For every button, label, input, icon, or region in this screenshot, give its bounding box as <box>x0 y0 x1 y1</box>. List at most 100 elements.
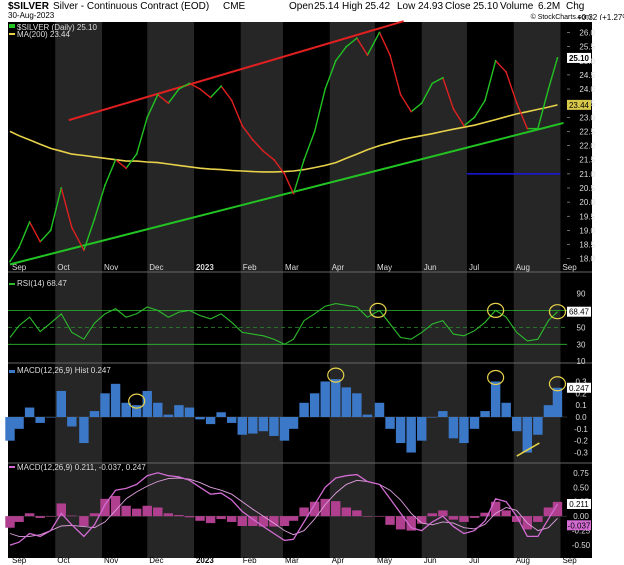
legend-hist: MACD(12,26,9) Hist 0.247 <box>17 366 111 375</box>
hist-bar <box>35 417 45 423</box>
price-point <box>146 116 149 119</box>
macd-diff-bar <box>374 516 385 517</box>
macd-diff-bar <box>459 516 469 522</box>
macd-diff-bar <box>121 505 131 517</box>
legend-swatch-macd <box>9 466 15 468</box>
hist-tick-label: -0.3 <box>574 449 588 458</box>
hist-bar <box>501 402 511 417</box>
y-tick-label: 21.0 <box>579 170 595 179</box>
price-point <box>473 116 476 119</box>
macd-diff-bar <box>279 516 290 526</box>
hist-bar <box>110 383 121 417</box>
price-point <box>556 57 559 59</box>
signal-last-value: -0.037 <box>568 521 591 530</box>
macd-diff-bar <box>469 516 480 518</box>
rsi-tick-label: 50 <box>577 323 586 332</box>
x-tick-label: May <box>377 263 392 272</box>
macd-tick-label: -0.50 <box>572 541 591 550</box>
hist-bar <box>552 387 563 417</box>
macd-diff-bar <box>533 516 543 522</box>
x-tick-label: Dec <box>149 263 163 272</box>
price-point <box>303 158 305 161</box>
macd-diff-bar <box>226 516 237 522</box>
price-point <box>345 45 348 48</box>
bottom-x-tick-label: Nov <box>104 556 118 565</box>
y-tick-label: 24.5 <box>579 71 595 80</box>
macd-diff-bar <box>174 515 184 517</box>
price-point <box>292 192 295 195</box>
price-point <box>431 82 434 85</box>
x-tick-label: Nov <box>104 263 118 272</box>
price-point <box>230 99 233 102</box>
stockchart: © StockCharts.com 26.025.525.024.524.023… <box>0 13 624 565</box>
bottom-x-tick-label: 2023 <box>196 556 214 565</box>
y-tick-label: 19.0 <box>579 226 595 235</box>
price-point <box>283 172 286 175</box>
price-point <box>114 158 117 161</box>
price-point <box>494 59 497 62</box>
y-tick-label: 21.5 <box>579 156 595 165</box>
macd-diff-bar <box>331 501 341 517</box>
price-point <box>251 139 254 141</box>
hist-bar <box>490 381 501 417</box>
price-point <box>135 153 138 155</box>
hist-bar <box>216 412 226 417</box>
hist-bar <box>79 417 89 444</box>
x-tick-label: Feb <box>243 263 257 272</box>
price-point <box>209 96 212 99</box>
hist-bar <box>226 417 237 423</box>
month-band <box>421 22 467 558</box>
price-point <box>410 110 413 113</box>
price-point <box>156 93 159 96</box>
macd-tick-label: 0.00 <box>573 512 589 521</box>
bottom-x-tick-label: Feb <box>243 556 257 565</box>
price-point <box>9 260 11 263</box>
macd-diff-bar <box>385 516 395 525</box>
hist-bar <box>46 417 56 418</box>
ma-last-value: 23.44 <box>569 101 590 110</box>
macd-diff-bar <box>288 516 299 521</box>
x-tick-label: Apr <box>332 263 345 272</box>
y-tick-label: 20.0 <box>579 198 595 207</box>
hist-tick-label: 0.0 <box>575 413 587 422</box>
y-tick-label: 24.0 <box>579 85 595 94</box>
hist-bar <box>533 417 543 435</box>
macd-tick-label: 0.50 <box>573 483 589 492</box>
price-point <box>505 71 508 73</box>
macd-tick-label: 0.75 <box>573 469 589 478</box>
hist-bar <box>352 393 362 417</box>
macd-diff-bar <box>299 507 309 517</box>
y-tick-label: 22.5 <box>579 127 595 136</box>
legend-macd: MACD(12,26,9) 0.211, -0.037, 0.247 <box>17 463 146 472</box>
chart-screenshot: { "header": { "symbol": "$SILVER", "desc… <box>0 0 624 565</box>
hist-bar <box>299 402 309 417</box>
hist-bar <box>89 411 100 417</box>
hist-bar <box>320 381 330 417</box>
price-point <box>82 249 85 252</box>
hist-bar <box>309 393 320 417</box>
price-point <box>199 88 201 90</box>
price-point <box>334 59 337 62</box>
macd-diff-bar <box>362 516 373 517</box>
price-point <box>536 127 539 130</box>
hist-bar <box>279 417 290 441</box>
price-point <box>366 54 369 57</box>
hist-bar <box>522 417 533 453</box>
hist-tick-label: -0.2 <box>574 437 588 446</box>
hist-bar <box>459 417 469 444</box>
bottom-x-tick-label: Sep <box>562 556 577 565</box>
macd-diff-bar <box>142 505 152 517</box>
legend-ma: MA(200) 23.44 <box>17 30 70 39</box>
hist-bar <box>205 417 216 425</box>
y-tick-label: 23.0 <box>579 113 595 122</box>
hist-bar <box>331 379 341 417</box>
price-point <box>389 54 391 57</box>
month-band <box>55 22 102 558</box>
month-band <box>240 22 283 558</box>
price-point <box>526 127 529 130</box>
price-point <box>241 124 244 127</box>
hist-bar <box>480 411 490 417</box>
price-point <box>355 37 358 40</box>
hist-bar <box>427 417 437 418</box>
x-tick-label: Mar <box>285 263 299 272</box>
